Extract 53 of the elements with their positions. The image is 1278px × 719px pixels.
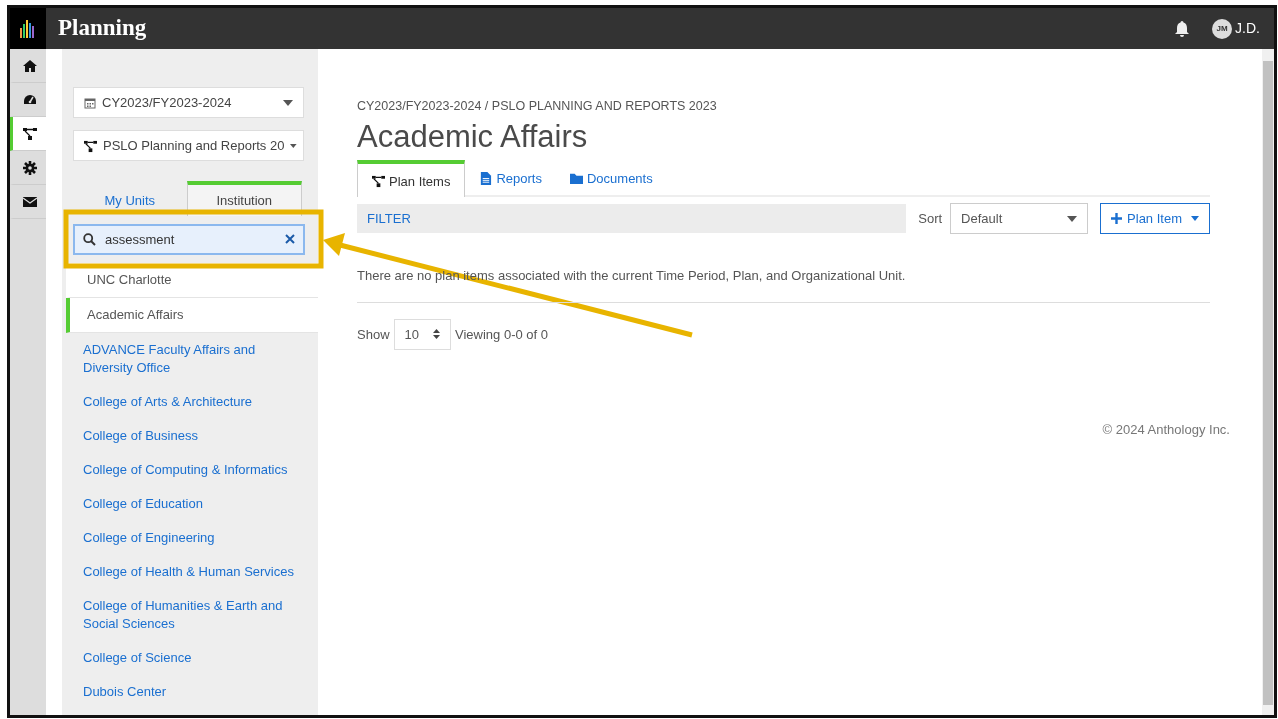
document-icon xyxy=(479,172,493,186)
unit-item[interactable]: College of Computing & Informatics xyxy=(62,453,318,487)
nav-rail-item[interactable] xyxy=(10,117,46,151)
copyright-footer: © 2024 Anthology Inc. xyxy=(357,419,1230,440)
settings-icon xyxy=(22,160,37,175)
hierarchy-icon xyxy=(22,126,37,141)
unit-item[interactable]: College of Health & Human Services xyxy=(62,555,318,589)
unit-item[interactable]: College of Engineering xyxy=(62,521,318,555)
gauge-icon xyxy=(22,92,37,107)
user-avatar[interactable]: JM xyxy=(1212,18,1233,39)
sort-select[interactable]: Default xyxy=(950,203,1089,235)
clear-icon[interactable] xyxy=(285,234,295,244)
sort-label: Sort xyxy=(918,210,943,229)
search-field[interactable]: assessment xyxy=(73,224,305,255)
unit-item[interactable]: ADVANCE Faculty Affairs and Diversity Office xyxy=(62,333,318,385)
time-period-dropdown[interactable]: CY2023/FY2023-2024 xyxy=(73,87,304,118)
content-tab[interactable]: Documents xyxy=(555,159,667,196)
search-icon xyxy=(83,233,96,246)
viewing-count: Viewing 0-0 of 0 xyxy=(455,325,548,344)
unit-item[interactable]: College of Humanities & Earth and Social Sciences xyxy=(62,589,318,641)
logo-icon xyxy=(20,19,36,38)
unit-item[interactable]: College of Arts & Architecture xyxy=(62,385,318,419)
hierarchy-icon xyxy=(84,139,97,153)
add-plan-item-button[interactable]: Plan Item xyxy=(1100,203,1210,235)
unit-item[interactable]: College of Education xyxy=(62,487,318,521)
app-title: Planning xyxy=(58,14,147,43)
caret-icon xyxy=(1191,216,1199,222)
unit-item[interactable]: Dubois Center xyxy=(62,675,318,709)
mail-icon xyxy=(22,194,37,209)
sidebar-tab[interactable]: My Units xyxy=(73,184,187,216)
unit-item[interactable]: Academic Affairs xyxy=(66,298,318,333)
unit-item[interactable]: College of Science xyxy=(62,641,318,675)
page-size-select[interactable]: 10 xyxy=(393,318,451,350)
scrollbar[interactable] xyxy=(1262,49,1274,715)
content-tab[interactable]: Reports xyxy=(465,159,556,196)
page-title: Academic Affairs xyxy=(357,117,589,155)
caret-icon xyxy=(1067,215,1078,222)
user-name[interactable]: J.D. xyxy=(1235,18,1260,39)
hierarchy-icon xyxy=(372,175,385,189)
content-tab[interactable]: Plan Items xyxy=(357,159,466,198)
caret-icon xyxy=(290,142,297,149)
folder-icon xyxy=(569,172,583,186)
plan-dropdown[interactable]: PSLO Planning and Reports 20 xyxy=(73,130,304,161)
home-icon xyxy=(22,58,37,73)
breadcrumb: CY2023/FY2023-2024 / PSLO PLANNING AND REPORTS 2023 xyxy=(357,98,718,115)
show-label: Show xyxy=(357,325,390,344)
calendar-icon xyxy=(84,96,96,109)
plus-icon xyxy=(1111,213,1123,225)
unit-item[interactable]: College of Business xyxy=(62,419,318,453)
filter-link[interactable]: FILTER xyxy=(367,209,411,229)
bell-icon[interactable] xyxy=(1174,20,1191,37)
updown-icon xyxy=(433,329,440,340)
caret-icon xyxy=(283,99,293,106)
